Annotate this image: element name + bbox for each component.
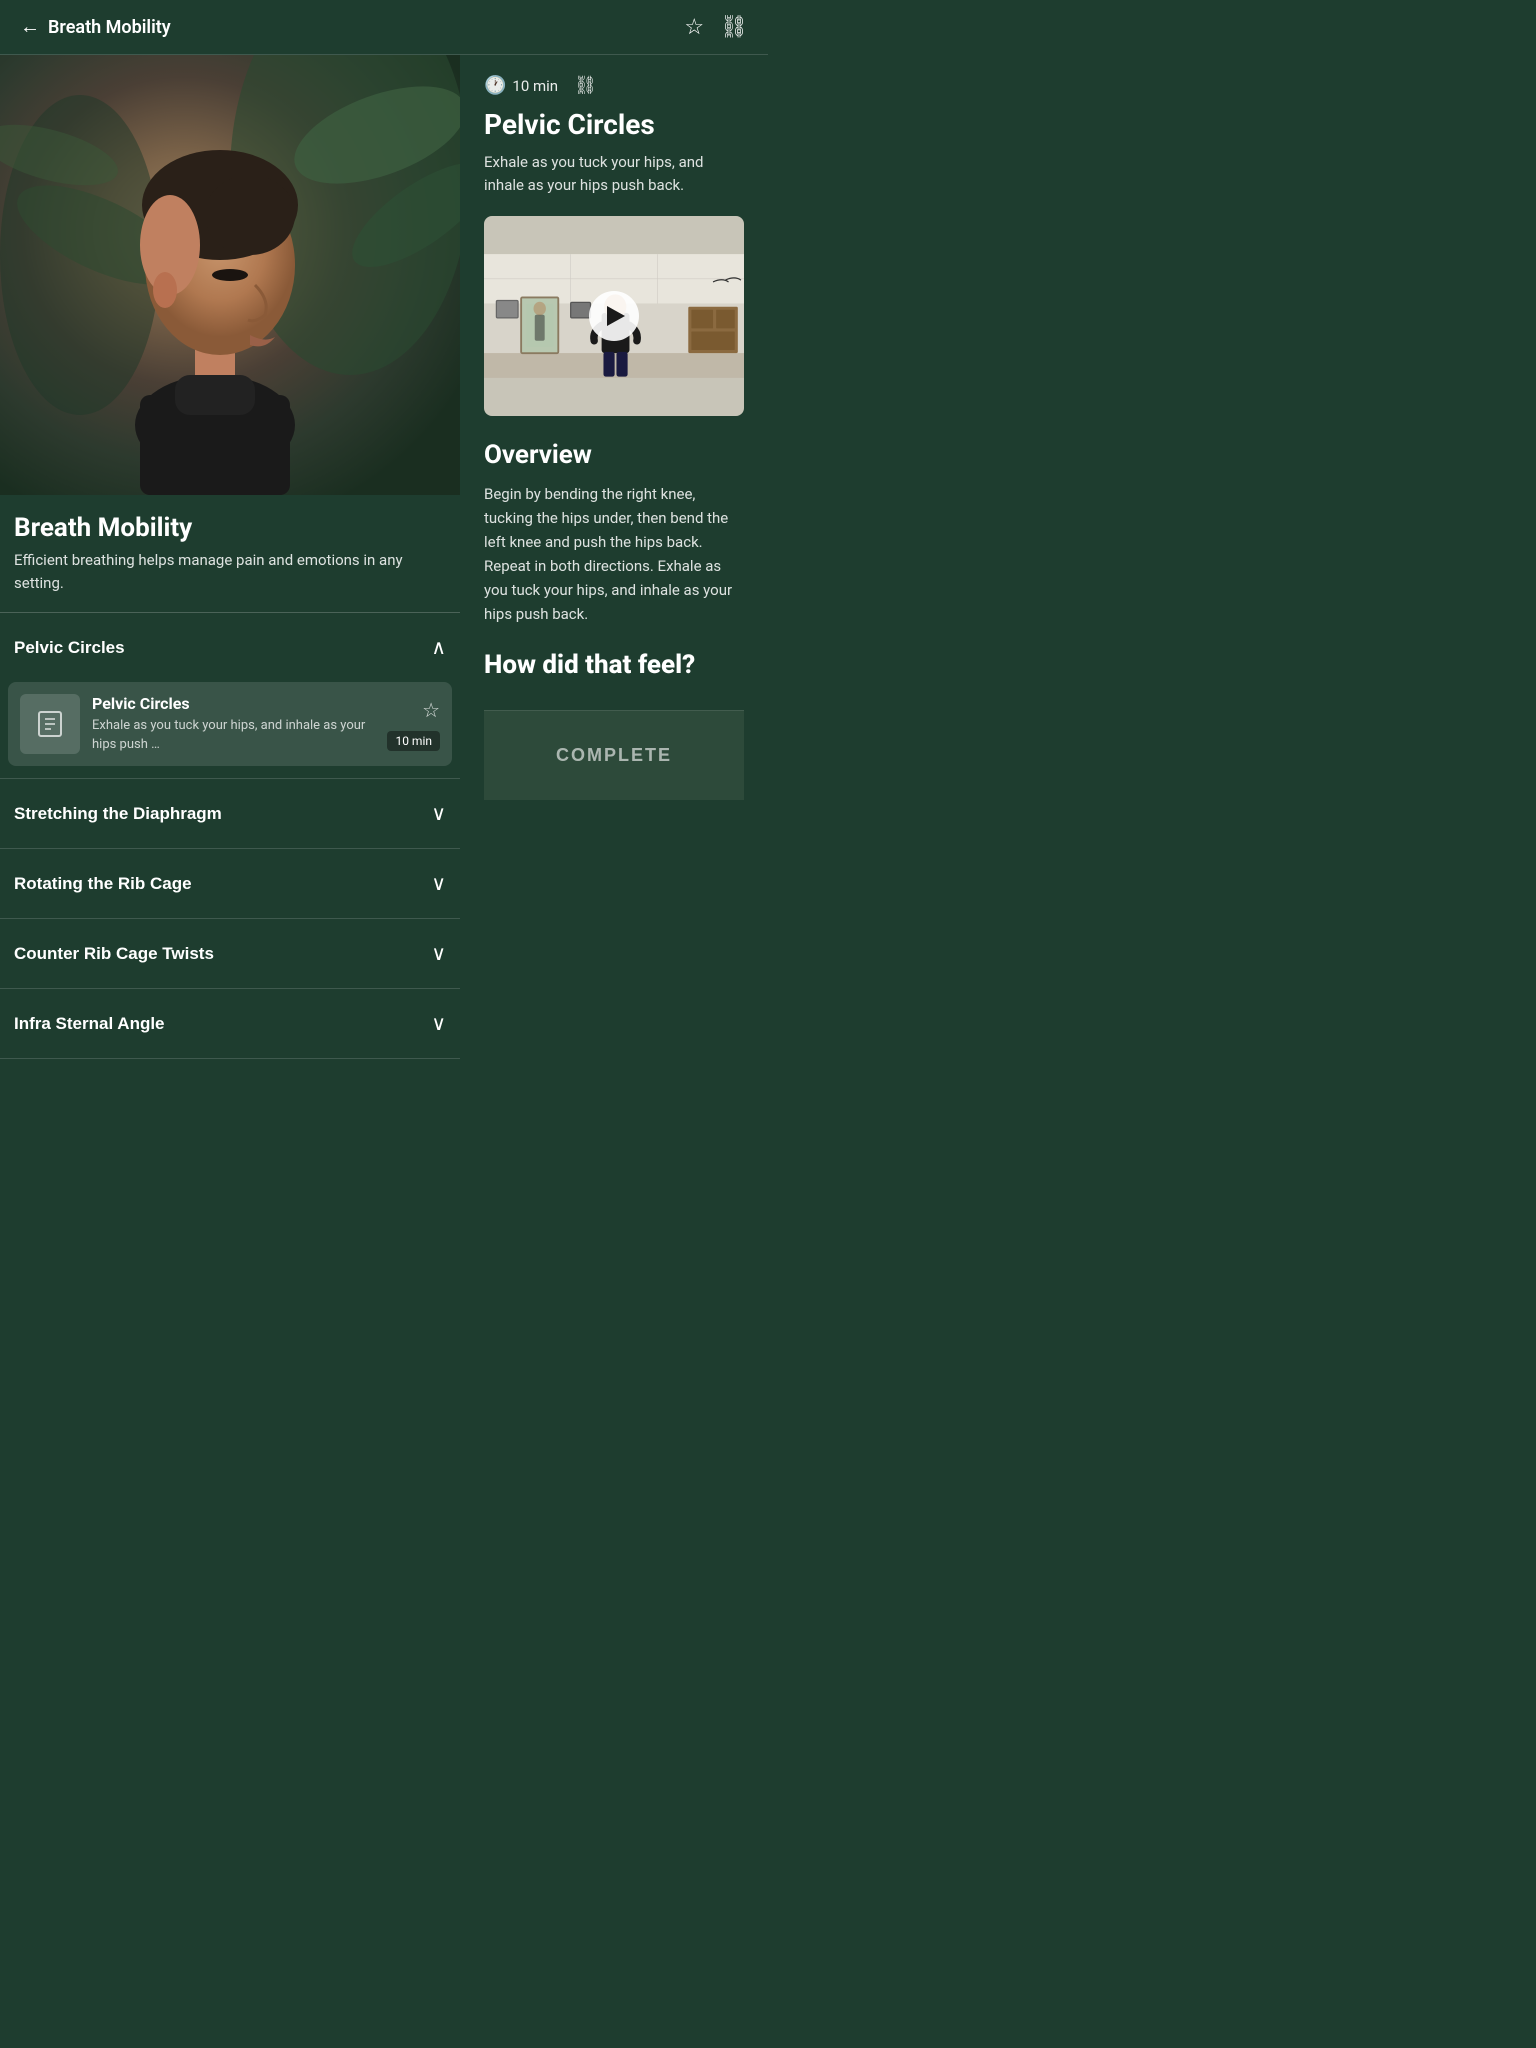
header-title: Breath Mobility	[48, 17, 171, 38]
accordion-section-title-2: Rotating the Rib Cage	[14, 874, 192, 894]
accordion-header-rotating[interactable]: Rotating the Rib Cage ∨	[0, 849, 460, 918]
feel-title: How did that feel?	[484, 650, 744, 680]
exercise-name: Pelvic Circles	[92, 694, 375, 713]
chevron-down-icon-1: ∨	[431, 801, 446, 826]
accordion-section-counter: Counter Rib Cage Twists ∨	[0, 919, 460, 989]
chevron-down-icon-4: ∨	[431, 1011, 446, 1036]
bookmark-button[interactable]: ☆	[684, 14, 704, 40]
accordion-section-title-0: Pelvic Circles	[14, 638, 125, 658]
meta-row: 🕐 10 min ⛓	[484, 75, 744, 96]
back-icon: ←	[20, 16, 40, 39]
main-layout: Breath Mobility Efficient breathing help…	[0, 55, 768, 1059]
left-panel: Breath Mobility Efficient breathing help…	[0, 55, 460, 1059]
exercise-card-pelvic-circles[interactable]: Pelvic Circles Exhale as you tuck your h…	[8, 682, 452, 766]
chevron-down-icon-2: ∨	[431, 871, 446, 896]
complete-area: COMPLETE	[484, 710, 744, 800]
accordion-header-pelvic-circles[interactable]: Pelvic Circles ∧	[0, 613, 460, 682]
overview-text: Begin by bending the right knee, tucking…	[484, 482, 744, 626]
exercise-main-desc: Exhale as you tuck your hips, and inhale…	[484, 151, 744, 196]
play-icon	[607, 306, 625, 326]
right-panel: 🕐 10 min ⛓ Pelvic Circles Exhale as you …	[460, 55, 768, 1059]
header-icons: ☆ ⛓	[684, 14, 748, 40]
complete-button[interactable]: COMPLETE	[508, 731, 720, 780]
accordion-header-infra[interactable]: Infra Sternal Angle ∨	[0, 989, 460, 1058]
accordion-section-stretching: Stretching the Diaphragm ∨	[0, 779, 460, 849]
accordion-content-pelvic-circles: Pelvic Circles Exhale as you tuck your h…	[0, 682, 460, 778]
program-title: Breath Mobility	[0, 495, 460, 549]
link-icon: ⛓	[720, 14, 748, 39]
chevron-down-icon-3: ∨	[431, 941, 446, 966]
back-button[interactable]: ←	[20, 16, 40, 39]
hero-image	[0, 55, 460, 495]
accordion-header-counter[interactable]: Counter Rib Cage Twists ∨	[0, 919, 460, 988]
bookmark-icon: ☆	[684, 14, 704, 39]
exercise-star-button[interactable]: ☆	[422, 698, 440, 723]
duration-meta: 🕐 10 min	[484, 75, 558, 96]
accordion-section-title-1: Stretching the Diaphragm	[14, 804, 222, 824]
duration-badge: 10 min	[387, 731, 440, 751]
duration-text: 10 min	[512, 77, 558, 95]
accordion-section-rotating: Rotating the Rib Cage ∨	[0, 849, 460, 919]
overview-title: Overview	[484, 440, 744, 470]
chain-icon: ⛓	[574, 75, 597, 96]
link-meta[interactable]: ⛓	[574, 75, 597, 96]
header-left: ← Breath Mobility	[20, 16, 171, 39]
accordion-section-pelvic-circles: Pelvic Circles ∧	[0, 613, 460, 779]
play-button[interactable]	[589, 291, 639, 341]
exercise-info: Pelvic Circles Exhale as you tuck your h…	[92, 694, 375, 753]
header: ← Breath Mobility ☆ ⛓	[0, 0, 768, 55]
clock-icon: 🕐	[484, 75, 506, 96]
program-description: Efficient breathing helps manage pain an…	[0, 549, 460, 612]
accordion-header-stretching[interactable]: Stretching the Diaphragm ∨	[0, 779, 460, 848]
accordion-section-title-3: Counter Rib Cage Twists	[14, 944, 214, 964]
chevron-up-icon-0: ∧	[431, 635, 446, 660]
accordion: Pelvic Circles ∧	[0, 612, 460, 1059]
exercise-book-icon	[20, 694, 80, 754]
share-link-button[interactable]: ⛓	[720, 14, 748, 40]
exercise-desc: Exhale as you tuck your hips, and inhale…	[92, 717, 375, 753]
accordion-section-title-4: Infra Sternal Angle	[14, 1014, 165, 1034]
video-thumbnail[interactable]	[484, 216, 744, 416]
exercise-meta: ☆ 10 min	[387, 698, 440, 751]
accordion-section-infra: Infra Sternal Angle ∨	[0, 989, 460, 1059]
exercise-main-title: Pelvic Circles	[484, 108, 744, 141]
